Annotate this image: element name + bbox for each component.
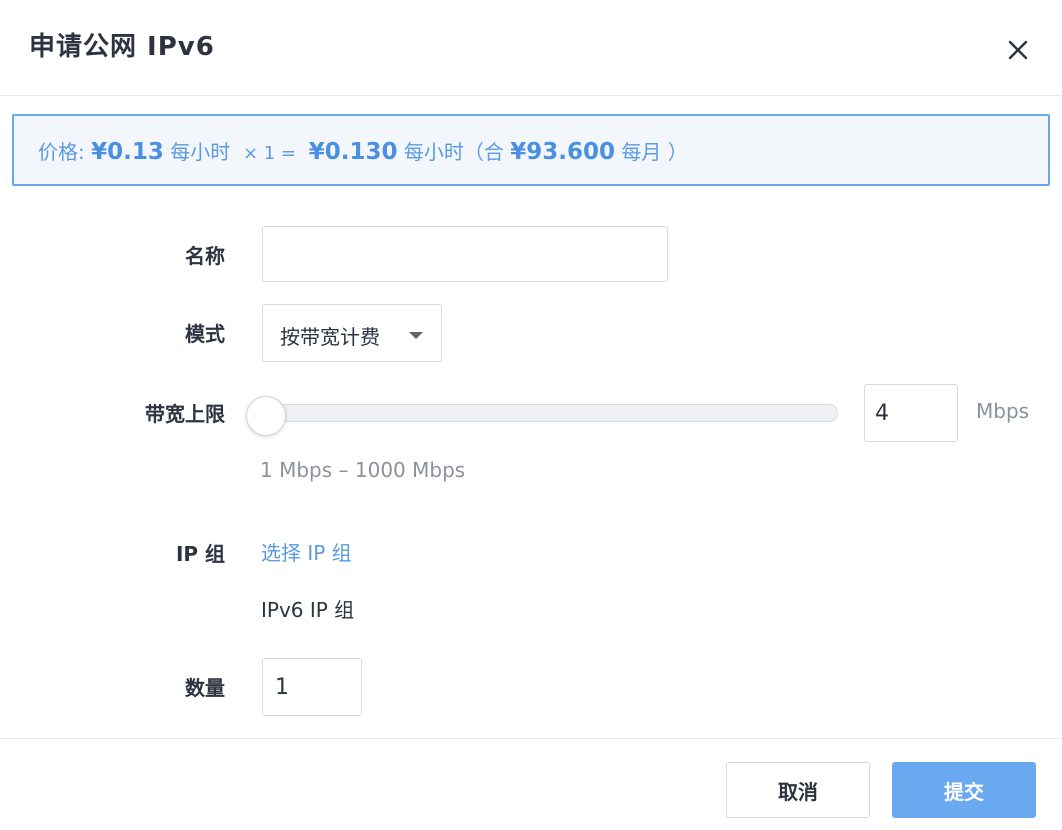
bandwidth-slider-track[interactable] [250, 404, 838, 422]
ip-group-label: IP 组 [175, 542, 225, 566]
dialog-header: 申请公网 IPv6 [0, 0, 1062, 96]
select-ip-group-link[interactable]: 选择 IP 组 [261, 537, 352, 566]
multiplier: × 1 = [242, 143, 297, 164]
quantity-label: 数量 [185, 676, 225, 700]
price-summary: 价格: ¥0.13 每小时 × 1 = ¥0.130 每小时（合 ¥93.600… [12, 114, 1050, 186]
name-label: 名称 [185, 244, 225, 268]
bandwidth-input[interactable] [864, 384, 958, 442]
unit-period: 每小时 [170, 140, 231, 164]
mode-label: 模式 [185, 322, 225, 346]
price-line: 价格: ¥0.13 每小时 × 1 = ¥0.130 每小时（合 ¥93.600… [38, 136, 688, 165]
bandwidth-label: 带宽上限 [145, 402, 225, 426]
bandwidth-range-hint: 1 Mbps – 1000 Mbps [260, 458, 466, 482]
quantity-input[interactable] [262, 658, 362, 716]
dialog-title: 申请公网 IPv6 [29, 32, 215, 62]
total-period: 每小时（合 [403, 140, 504, 164]
total-price: ¥0.130 [308, 139, 398, 165]
monthly-period: 每月 ） [621, 140, 688, 164]
unit-price: ¥0.13 [91, 139, 164, 165]
mode-select[interactable]: 按带宽计费 [262, 304, 442, 362]
submit-button[interactable]: 提交 [892, 762, 1036, 818]
ip-group-value: IPv6 IP 组 [261, 598, 355, 622]
monthly-price: ¥93.600 [510, 139, 615, 165]
cancel-button[interactable]: 取消 [726, 762, 870, 818]
name-input[interactable] [262, 226, 668, 282]
mode-selected-value: 按带宽计费 [280, 325, 380, 349]
chevron-down-icon [409, 332, 423, 339]
close-icon[interactable] [1002, 34, 1034, 66]
price-label: 价格: [38, 140, 85, 164]
bandwidth-unit: Mbps [976, 399, 1030, 423]
bandwidth-slider-handle[interactable] [246, 396, 286, 436]
